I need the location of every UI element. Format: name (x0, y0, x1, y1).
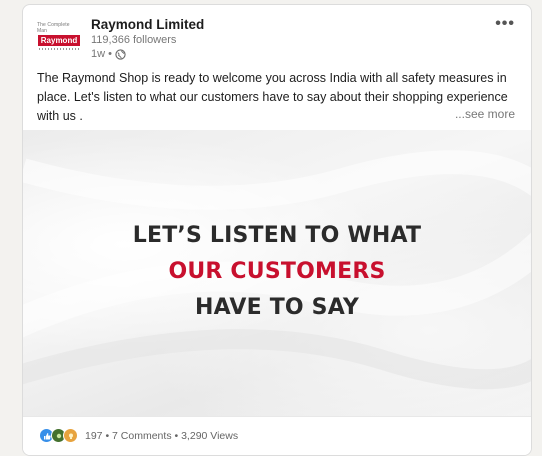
engagement-stats: 197 • 7 Comments • 3,290 Views (85, 430, 238, 442)
more-options-icon[interactable]: ••• (495, 15, 515, 33)
post-media[interactable]: LET’S LISTEN TO WHAT OUR CUSTOMERS HAVE … (23, 130, 531, 416)
media-headline-line1: LET’S LISTEN TO WHAT (132, 223, 422, 248)
post-card: The Complete Man Raymond Raymond Limited… (22, 4, 532, 456)
separator: • (102, 429, 113, 442)
company-logo[interactable]: The Complete Man Raymond (37, 19, 81, 53)
logo-tagline: The Complete Man (37, 22, 70, 34)
views-count: 3,290 Views (181, 429, 239, 442)
follower-count: 119,366 followers (91, 34, 177, 46)
social-counts: 197 • 7 Comments • 3,290 Views (23, 416, 531, 455)
see-more-link[interactable]: ...see more (450, 107, 515, 121)
insight-icon (63, 428, 78, 443)
reaction-count[interactable]: 197 (85, 430, 103, 442)
post-age: 1w • (91, 48, 112, 60)
comments-count[interactable]: 7 Comments (112, 430, 172, 442)
logo-brand: Raymond (37, 35, 81, 46)
logo-underline (39, 48, 79, 50)
post-header: The Complete Man Raymond Raymond Limited… (23, 5, 531, 73)
separator: • (171, 429, 182, 442)
media-headline-line3: HAVE TO SAY (195, 295, 359, 320)
reactions-row[interactable]: 197 • 7 Comments • 3,290 Views (39, 428, 238, 443)
company-name[interactable]: Raymond Limited (91, 17, 204, 32)
post-body: The Raymond Shop is ready to welcome you… (37, 71, 508, 123)
media-headline-line2: OUR CUSTOMERS (168, 259, 386, 284)
post-time: 1w • (91, 48, 126, 60)
globe-icon (115, 48, 126, 60)
